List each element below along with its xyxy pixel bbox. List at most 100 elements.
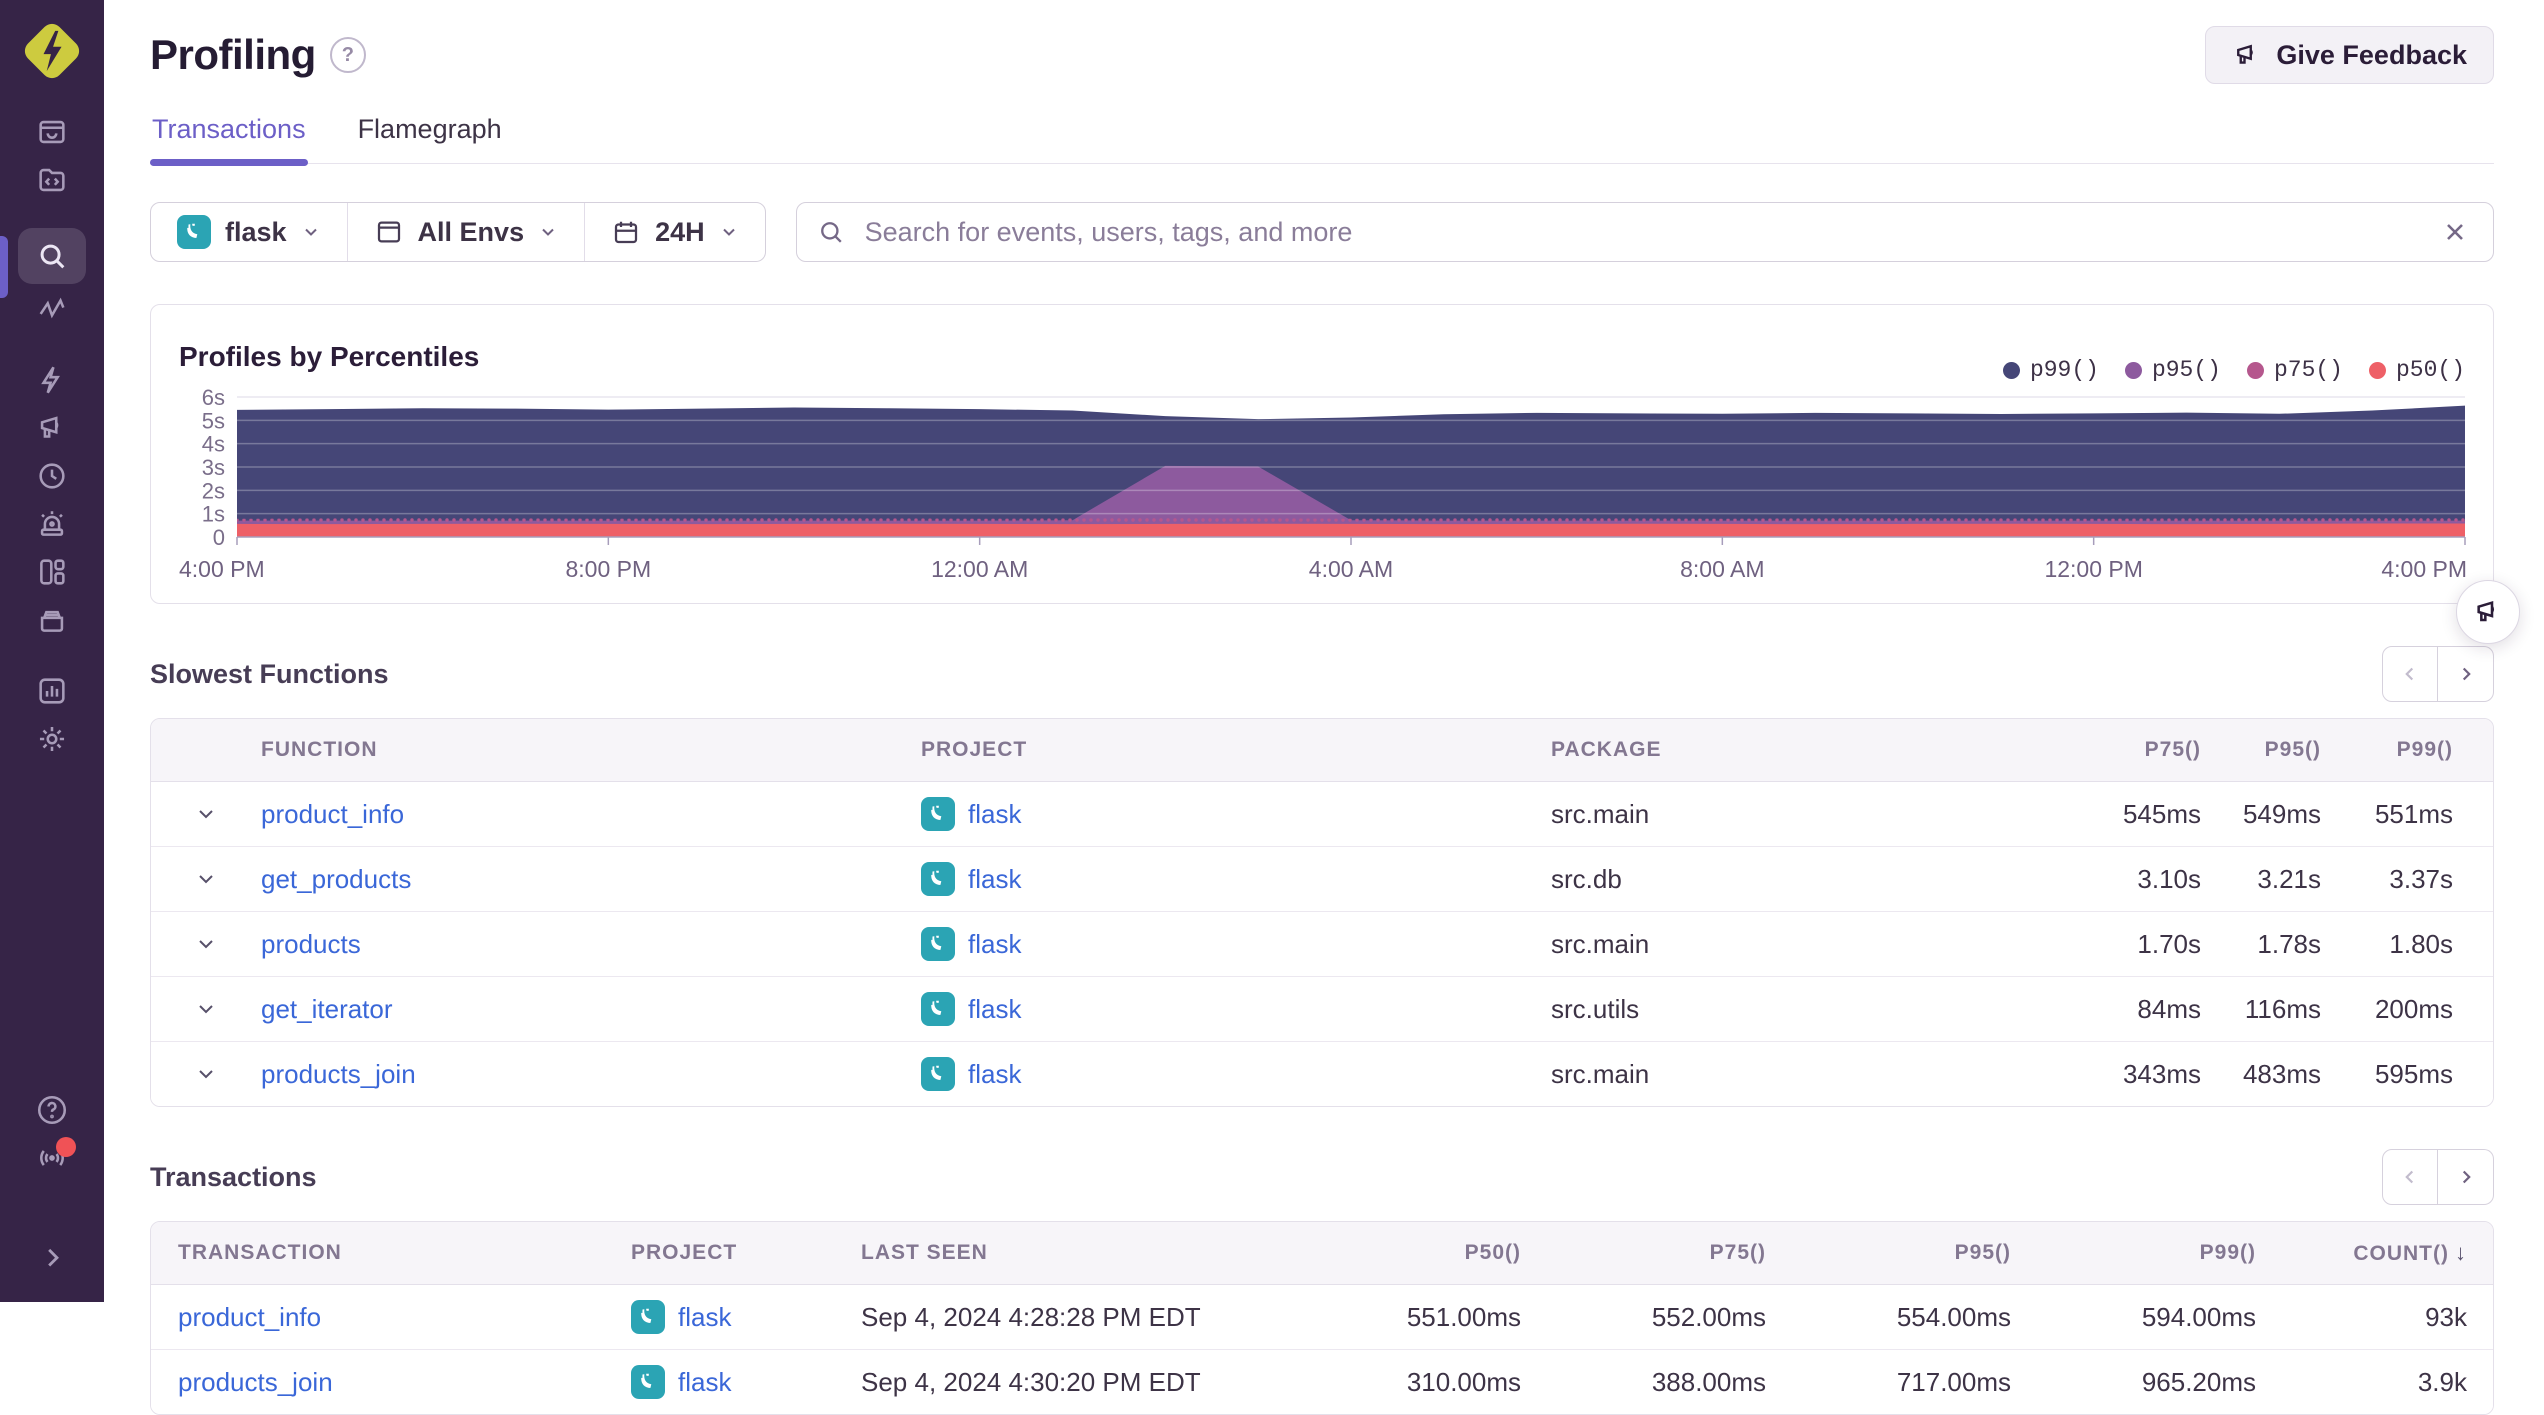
expand-row-button[interactable] [151, 866, 261, 892]
activity-icon [39, 297, 65, 319]
chevron-right-icon [48, 1248, 59, 1267]
project-link[interactable]: flask [968, 994, 1021, 1025]
p75-cell: 552.00ms [1651, 1301, 1766, 1332]
count-cell: 3.9k [2417, 1366, 2467, 1397]
svg-text:12:00 AM: 12:00 AM [931, 556, 1028, 582]
next-page-button[interactable] [2438, 1149, 2494, 1205]
project-link[interactable]: flask [968, 1059, 1021, 1090]
package-cell: src.main [1551, 798, 1650, 829]
sidebar-item-projects[interactable] [18, 157, 86, 203]
col-count[interactable]: COUNT() ↓ [2296, 1240, 2493, 1266]
profiling-help-icon[interactable]: ? [329, 37, 366, 73]
sidebar-item-replays[interactable] [18, 453, 86, 499]
gear-icon [39, 726, 65, 752]
chevron-right-icon [2462, 667, 2471, 681]
sidebar-item-crons[interactable] [18, 597, 86, 643]
project-filter[interactable]: flask [151, 203, 347, 261]
function-link[interactable]: get_products [261, 864, 921, 895]
give-feedback-label: Give Feedback [2276, 39, 2467, 70]
transactions-pager [2382, 1149, 2494, 1205]
p99-cell: 551ms [2374, 798, 2453, 829]
svg-text:4:00 PM: 4:00 PM [179, 556, 265, 582]
date-range-filter[interactable]: 24H [584, 203, 765, 261]
col-last-seen: LAST SEEN [861, 1241, 988, 1264]
sidebar-item-issues[interactable] [18, 109, 86, 155]
chevron-down-icon [199, 1005, 213, 1014]
transaction-link[interactable]: products_join [151, 1367, 631, 1398]
sidebar-item-feedback[interactable] [18, 405, 86, 451]
expand-row-button[interactable] [151, 801, 261, 827]
search-icon [40, 244, 65, 269]
whats-new-button[interactable] [18, 1135, 86, 1181]
flask-project-icon [921, 927, 955, 961]
p75-cell: 388.00ms [1651, 1366, 1766, 1397]
sidebar-item-releases[interactable] [18, 357, 86, 403]
table-header-row: TRANSACTION PROJECT LAST SEEN P50() P75(… [151, 1222, 2493, 1285]
project-link[interactable]: flask [968, 929, 1021, 960]
flask-project-icon [921, 797, 955, 831]
environment-filter[interactable]: All Envs [346, 203, 585, 261]
p75-cell: 84ms [2137, 993, 2201, 1024]
chevron-left-icon [2405, 667, 2414, 681]
next-page-button[interactable] [2438, 646, 2494, 702]
flask-project-icon [177, 215, 211, 249]
project-link[interactable]: flask [678, 1302, 731, 1333]
legend-item[interactable]: p75() [2246, 357, 2343, 383]
tab-flamegraph[interactable]: Flamegraph [358, 114, 502, 163]
col-p50: P50() [1464, 1241, 1521, 1264]
tab-transactions[interactable]: Transactions [150, 114, 308, 166]
col-transaction: TRANSACTION [178, 1241, 342, 1264]
sidebar-item-alerts[interactable] [18, 501, 86, 547]
sidebar-item-dashboards[interactable] [18, 549, 86, 595]
prev-page-button[interactable] [2382, 1149, 2438, 1205]
legend-item[interactable]: p50() [2368, 357, 2465, 383]
package-cell: src.utils [1551, 993, 1640, 1024]
project-link[interactable]: flask [678, 1367, 731, 1398]
table-header-row: FUNCTION PROJECT PACKAGE P75() P95() P99… [151, 719, 2493, 782]
function-link[interactable]: get_iterator [261, 994, 921, 1025]
clear-search-button[interactable] [2437, 214, 2473, 250]
prev-page-button[interactable] [2382, 646, 2438, 702]
code-folder-icon [39, 168, 65, 192]
expand-row-button[interactable] [151, 1061, 261, 1087]
expand-row-button[interactable] [151, 931, 261, 957]
main-content: Profiling ? Give Feedback Transactions F… [104, 0, 2544, 1415]
table-row: product_info flask Sep 4, 2024 4:28:28 P… [151, 1285, 2493, 1349]
expand-row-button[interactable] [151, 996, 261, 1022]
last-seen-cell: Sep 4, 2024 4:30:20 PM EDT [861, 1366, 1201, 1397]
p50-cell: 551.00ms [1406, 1301, 1521, 1332]
project-filter-value: flask [225, 216, 287, 247]
sidebar-item-traces[interactable] [18, 286, 86, 332]
legend-item[interactable]: p95() [2124, 357, 2221, 383]
sentry-logo[interactable] [17, 14, 87, 88]
legend-item[interactable]: p99() [2002, 357, 2099, 383]
help-button[interactable] [18, 1087, 86, 1133]
sidebar-item-explore[interactable] [18, 228, 86, 284]
legend-label: p99() [2029, 357, 2099, 383]
function-link[interactable]: products [261, 929, 921, 960]
give-feedback-button[interactable]: Give Feedback [2205, 26, 2494, 84]
project-link[interactable]: flask [968, 799, 1021, 830]
project-link[interactable]: flask [968, 864, 1021, 895]
profiling-page: Profiling ? Give Feedback Transactions F… [0, 0, 2544, 1415]
legend-dot-icon [2246, 361, 2264, 379]
col-p95: P95() [2264, 738, 2321, 761]
filter-bar: flask All Envs 24H [150, 202, 2494, 262]
transaction-link[interactable]: product_info [151, 1302, 631, 1333]
percentiles-chart[interactable]: 6s5s4s3s2s1s0 4:00 PM 8:00 PM 12:00 AM 4:00 … [179, 385, 2467, 585]
floating-feedback-button[interactable] [2456, 580, 2520, 644]
sidebar-item-stats[interactable] [18, 668, 86, 714]
page-title: Profiling [150, 31, 316, 78]
environment-filter-value: All Envs [417, 216, 525, 247]
function-link[interactable]: product_info [261, 799, 921, 830]
dashboard-grid-icon [40, 559, 65, 585]
p95-cell: 1.78s [2257, 928, 2321, 959]
count-cell: 93k [2425, 1301, 2467, 1332]
search-input[interactable] [862, 215, 2437, 249]
sidebar-item-settings[interactable] [18, 716, 86, 762]
collapse-sidebar-button[interactable] [18, 1234, 86, 1280]
active-nav-indicator [0, 236, 8, 298]
chevron-down-icon [199, 940, 213, 949]
function-link[interactable]: products_join [261, 1059, 921, 1090]
date-range-value: 24H [655, 216, 705, 247]
